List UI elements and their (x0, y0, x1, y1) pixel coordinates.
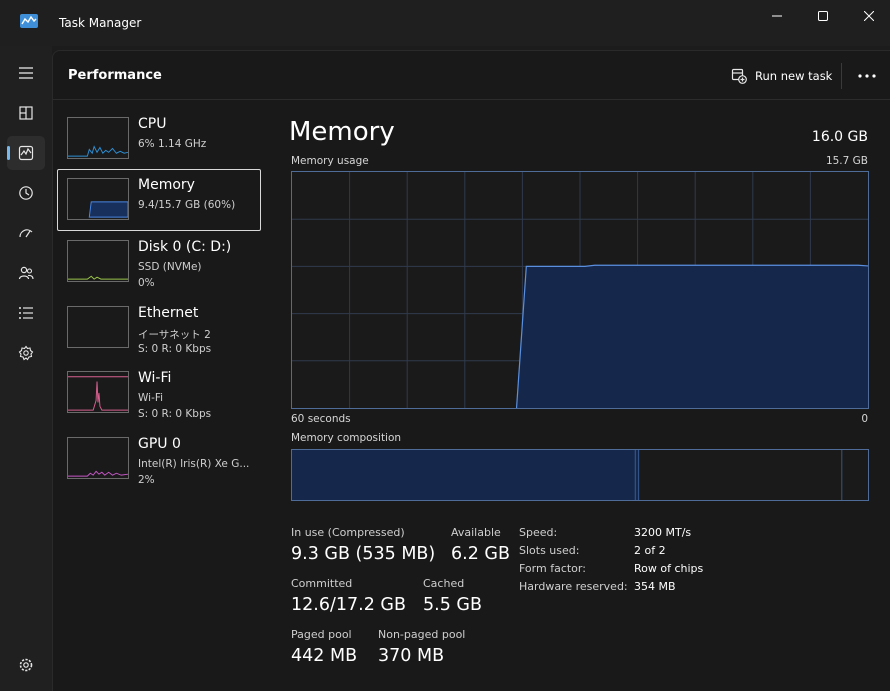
committed-label: Committed (291, 577, 353, 590)
standby-segment (639, 450, 843, 500)
header-divider (841, 63, 842, 89)
memory-total: 16.0 GB (811, 129, 868, 145)
committed-value: 12.6/17.2 GB (291, 595, 406, 615)
in-use-segment (292, 450, 636, 500)
slots-used-label: Slots used: (519, 544, 580, 557)
more-options-button[interactable] (855, 65, 879, 87)
settings-gear-icon (19, 658, 33, 672)
device-subtext: 9.4/15.7 GB (60%) (138, 199, 236, 211)
close-button[interactable] (846, 0, 890, 32)
available-value: 6.2 GB (451, 544, 510, 564)
device-subtext: Intel(R) Iris(R) Xe G... (138, 458, 250, 470)
app-history-icon (19, 186, 33, 200)
device-subtext: イーサネット 2 (138, 329, 211, 341)
window-title: Task Manager (59, 16, 142, 30)
performance-icon (18, 145, 34, 161)
device-thumbnail (67, 437, 129, 479)
hardware-reserved-label: Hardware reserved: (519, 580, 628, 593)
paged-pool-label: Paged pool (291, 628, 352, 641)
nonpaged-pool-label: Non-paged pool (378, 628, 466, 641)
hamburger-menu-button[interactable] (7, 56, 45, 90)
device-item-cpu[interactable]: CPU 6% 1.14 GHz (57, 108, 261, 170)
device-subtext: Wi-Fi (138, 392, 164, 404)
device-item-memory[interactable]: Memory 9.4/15.7 GB (60%) (57, 169, 261, 231)
minimize-button[interactable] (754, 0, 800, 32)
paged-pool-value: 442 MB (291, 646, 358, 666)
speed-value: 3200 MT/s (634, 526, 692, 539)
device-thumbnail (67, 178, 129, 220)
device-thumbnail (67, 306, 129, 348)
minimize-icon (772, 15, 782, 17)
device-name: CPU (138, 116, 167, 132)
device-subtext: 0% (138, 277, 155, 289)
page-title: Performance (68, 68, 162, 83)
memory-usage-graph (291, 171, 869, 409)
run-new-task-button[interactable]: Run new task (731, 65, 832, 87)
rail-item-performance[interactable] (7, 136, 45, 170)
free-segment (842, 450, 868, 500)
processes-icon (19, 106, 33, 120)
rail-item-users[interactable] (7, 256, 45, 290)
device-subtext: S: 0 R: 0 Kbps (138, 343, 212, 355)
device-thumbnail (67, 117, 129, 159)
more-horizontal-icon (858, 74, 876, 78)
run-new-task-label: Run new task (755, 69, 833, 83)
rail-item-settings[interactable] (7, 648, 45, 682)
memory-composition-bar (291, 449, 869, 501)
device-subtext: 2% (138, 474, 155, 486)
in-use-value: 9.3 GB (535 MB) (291, 544, 436, 564)
details-icon (19, 307, 33, 319)
detail-title: Memory (289, 117, 395, 147)
rail-item-services[interactable] (7, 336, 45, 370)
maximize-icon (818, 11, 828, 21)
device-thumbnail (67, 240, 129, 282)
hardware-reserved-value: 354 MB (634, 580, 676, 593)
graph-time-label: 60 seconds (291, 413, 351, 425)
maximize-button[interactable] (800, 0, 846, 32)
device-subtext: SSD (NVMe) (138, 261, 202, 273)
device-item-gpu[interactable]: GPU 0 Intel(R) Iris(R) Xe G... 2% (57, 428, 261, 490)
services-icon (18, 345, 34, 361)
device-item-ethernet[interactable]: Ethernet イーサネット 2 S: 0 R: 0 Kbps (57, 297, 261, 359)
memory-usage-max: 15.7 GB (825, 155, 868, 167)
device-item-wi-fi[interactable]: Wi-Fi Wi-Fi S: 0 R: 0 Kbps (57, 362, 261, 424)
available-label: Available (451, 526, 501, 539)
device-name: Disk 0 (C: D:) (138, 239, 232, 255)
hamburger-menu-icon (19, 67, 33, 79)
close-icon (864, 11, 874, 21)
device-name: Wi-Fi (138, 370, 172, 386)
rail-item-details[interactable] (7, 296, 45, 330)
speed-label: Speed: (519, 526, 558, 539)
device-name: GPU 0 (138, 436, 181, 452)
run-new-task-icon (731, 68, 747, 84)
device-item-disk[interactable]: Disk 0 (C: D:) SSD (NVMe) 0% (57, 231, 261, 293)
usage-area (516, 265, 868, 408)
page-header: Performance Run new task (53, 51, 890, 100)
rail-item-app-history[interactable] (7, 176, 45, 210)
form-factor-label: Form factor: (519, 562, 586, 575)
startup-apps-icon (19, 229, 33, 238)
device-name: Memory (138, 177, 195, 193)
memory-composition-label: Memory composition (291, 432, 402, 444)
memory-usage-label: Memory usage (291, 155, 369, 167)
title-bar: Task Manager (0, 0, 890, 46)
device-subtext: 6% 1.14 GHz (138, 138, 207, 150)
task-manager-app-icon (20, 14, 38, 28)
form-factor-value: Row of chips (634, 562, 704, 575)
modified-segment (635, 450, 640, 500)
device-thumbnail (67, 371, 129, 413)
cached-label: Cached (423, 577, 465, 590)
rail-item-startup-apps[interactable] (7, 216, 45, 250)
cached-value: 5.5 GB (423, 595, 482, 615)
nonpaged-pool-value: 370 MB (378, 646, 445, 666)
users-icon (18, 266, 34, 280)
navigation-rail (0, 46, 52, 691)
graph-time-min: 0 (861, 413, 868, 425)
device-name: Ethernet (138, 305, 199, 321)
slots-used-value: 2 of 2 (634, 544, 666, 557)
in-use-label: In use (Compressed) (291, 526, 405, 539)
content-area: Performance Run new task CPU 6% 1.14 GHz M… (52, 50, 890, 691)
device-subtext: S: 0 R: 0 Kbps (138, 408, 212, 420)
rail-item-processes[interactable] (7, 96, 45, 130)
